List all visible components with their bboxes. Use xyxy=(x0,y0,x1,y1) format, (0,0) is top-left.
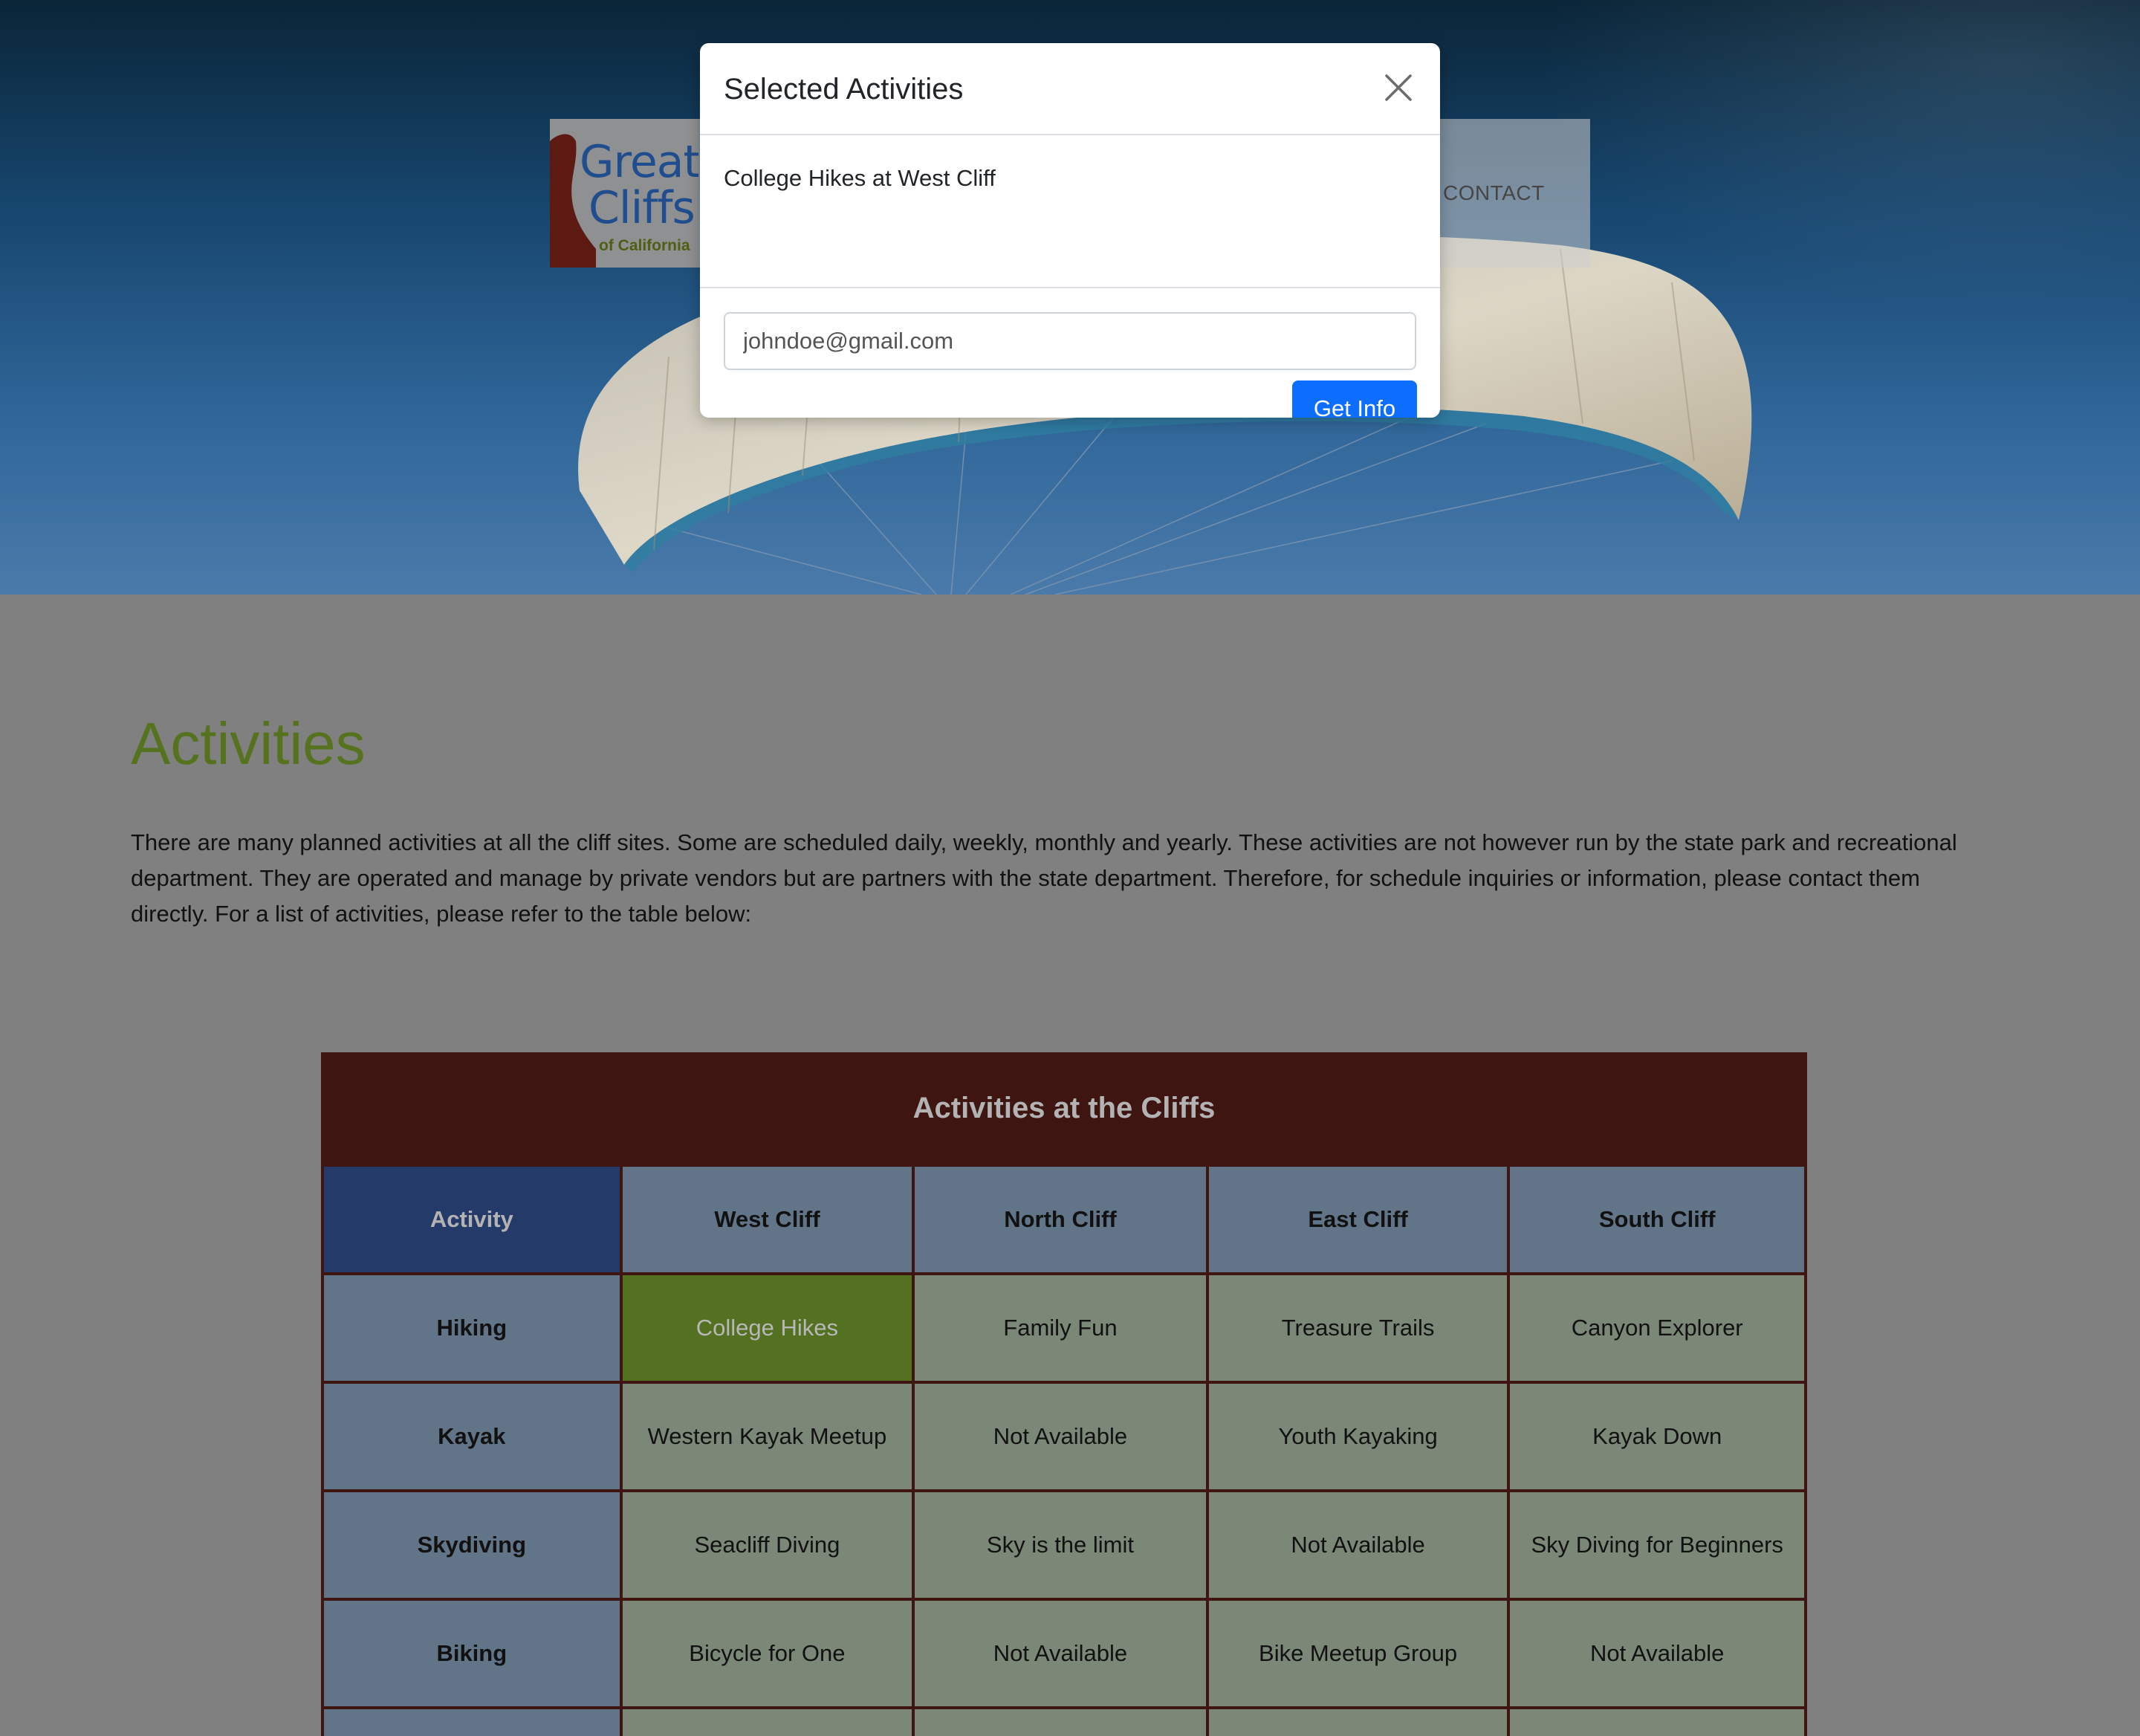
activity-cell[interactable]: Western Kayak Meetup xyxy=(622,1384,912,1489)
activity-cell[interactable]: Sky Diving for Beginners xyxy=(1510,1492,1804,1598)
activity-cell[interactable]: Not Available xyxy=(915,1601,1206,1706)
activity-cell[interactable]: Not Available xyxy=(1208,1492,1508,1598)
close-icon[interactable] xyxy=(1384,73,1413,103)
email-input[interactable] xyxy=(724,312,1416,370)
table-caption: Activities at the Cliffs xyxy=(912,1091,1216,1124)
header-north-cliff: North Cliff xyxy=(915,1167,1206,1272)
logo-text-cliffs: Cliffs xyxy=(588,182,696,234)
page-title: Activities xyxy=(131,710,366,777)
get-info-button[interactable]: Get Info xyxy=(1292,380,1417,418)
activity-cell[interactable]: Not Available xyxy=(1510,1601,1804,1706)
activity-cell[interactable]: Bicycle for One xyxy=(622,1601,912,1706)
activity-cell[interactable]: Not Available xyxy=(915,1384,1206,1489)
row-header-hiking: Hiking xyxy=(324,1275,620,1381)
activity-cell[interactable]: Family Fun xyxy=(915,1275,1206,1381)
header-activity: Activity xyxy=(324,1167,620,1272)
table-row: Hiking College Hikes Family Fun Treasure… xyxy=(324,1275,1804,1381)
site-logo[interactable]: Great Cliffs of California xyxy=(550,119,698,268)
activity-cell[interactable]: Bike Meetup Group xyxy=(1208,1601,1508,1706)
table-row: Biking Bicycle for One Not Available Bik… xyxy=(324,1601,1804,1706)
table-row xyxy=(324,1709,1804,1736)
row-header-skydiving: Skydiving xyxy=(324,1492,620,1598)
activity-cell[interactable]: Seacliff Diving xyxy=(622,1492,912,1598)
activity-cell xyxy=(915,1709,1206,1736)
header-west-cliff: West Cliff xyxy=(622,1167,912,1272)
activities-table: Activities at the Cliffs Activity West C… xyxy=(321,1052,1807,1736)
table-row: Kayak Western Kayak Meetup Not Available… xyxy=(324,1384,1804,1489)
row-header-biking: Biking xyxy=(324,1601,620,1706)
activity-cell xyxy=(1208,1709,1508,1736)
activities-grid: Activity West Cliff North Cliff East Cli… xyxy=(321,1164,1807,1736)
activity-cell[interactable]: Sky is the limit xyxy=(915,1492,1206,1598)
header-south-cliff: South Cliff xyxy=(1510,1167,1804,1272)
logo-text-california: of California xyxy=(599,237,690,254)
table-header-row: Activity West Cliff North Cliff East Cli… xyxy=(324,1167,1804,1272)
activity-cell[interactable]: Youth Kayaking xyxy=(1208,1384,1508,1489)
row-header-kayak: Kayak xyxy=(324,1384,620,1489)
selected-activities-modal: Selected Activities College Hikes at Wes… xyxy=(700,43,1440,418)
nav-contact-link[interactable]: CONTACT xyxy=(1443,181,1545,205)
activity-cell-selected[interactable]: College Hikes xyxy=(622,1275,912,1381)
modal-title: Selected Activities xyxy=(724,73,964,106)
row-header-partial xyxy=(324,1709,620,1736)
activity-cell xyxy=(622,1709,912,1736)
modal-header: Selected Activities xyxy=(700,43,1440,135)
logo-text-great: Great xyxy=(580,136,698,188)
activity-cell[interactable]: Kayak Down xyxy=(1510,1384,1804,1489)
intro-paragraph: There are many planned activities at all… xyxy=(131,829,1957,927)
activity-cell xyxy=(1510,1709,1804,1736)
header-east-cliff: East Cliff xyxy=(1208,1167,1508,1272)
modal-body: College Hikes at West Cliff xyxy=(700,135,1440,288)
modal-footer: Get Info xyxy=(700,288,1440,418)
activity-cell[interactable]: Treasure Trails xyxy=(1208,1275,1508,1381)
activity-cell[interactable]: Canyon Explorer xyxy=(1510,1275,1804,1381)
table-row: Skydiving Seacliff Diving Sky is the lim… xyxy=(324,1492,1804,1598)
selected-activity-item: College Hikes at West Cliff xyxy=(724,165,996,191)
